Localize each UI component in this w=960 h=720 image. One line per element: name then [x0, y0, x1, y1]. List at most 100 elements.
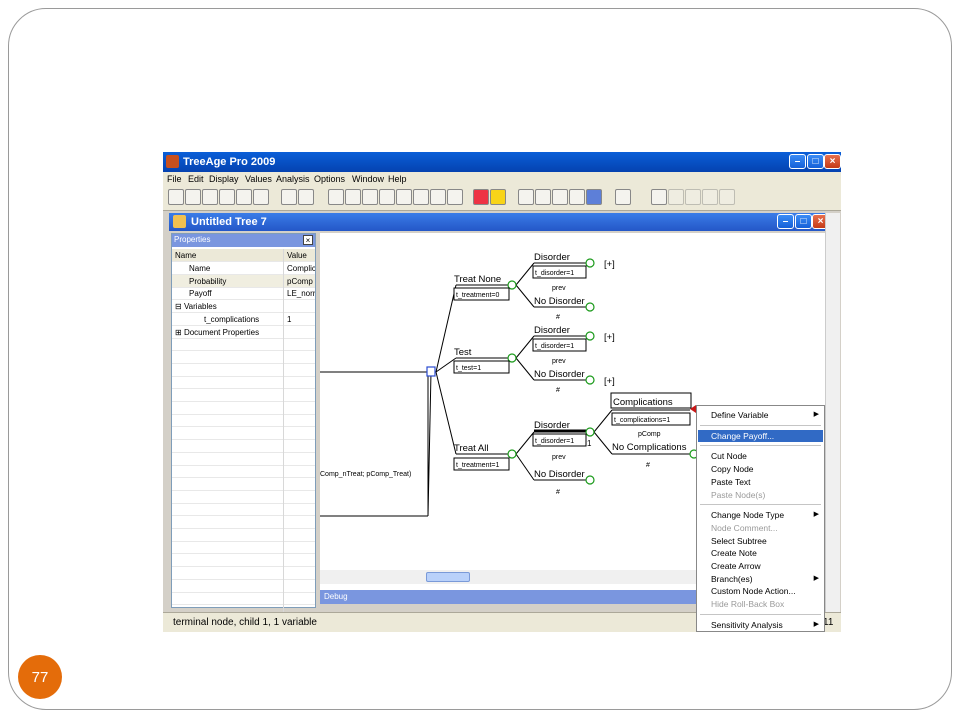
- def-treat-none: t_treatment=0: [456, 292, 499, 299]
- preview-icon[interactable]: [236, 189, 252, 205]
- decision-node-icon[interactable]: [426, 366, 436, 377]
- plus-2: [+]: [604, 332, 615, 343]
- box4-icon[interactable]: [719, 189, 735, 205]
- property-name: Payoff: [189, 289, 212, 299]
- prob-prev-2: prev: [552, 358, 566, 365]
- tree-doc-icon: [173, 215, 186, 228]
- menu-separator: [700, 504, 821, 506]
- select-icon[interactable]: [651, 189, 667, 205]
- context-item-label: Change Payoff...: [711, 430, 775, 441]
- menu-analysis[interactable]: Analysis: [276, 174, 310, 184]
- property-row-empty: [172, 363, 315, 377]
- context-item-label: Define Variable: [711, 410, 769, 420]
- property-row[interactable]: ⊟ Variables: [172, 300, 315, 314]
- menu-display[interactable]: Display: [209, 174, 239, 184]
- property-row-empty: [172, 516, 315, 529]
- menu-help[interactable]: Help: [388, 174, 407, 184]
- label-no-disorder-1: No Disorder: [534, 296, 585, 307]
- properties-close-icon[interactable]: ×: [303, 235, 313, 245]
- app-title: TreeAge Pro 2009: [183, 156, 276, 168]
- label-no-disorder-2: No Disorder: [534, 369, 585, 380]
- doc-maximize-icon[interactable]: □: [795, 214, 812, 229]
- vertical-scrollbar[interactable]: [825, 213, 840, 613]
- shape-icon[interactable]: [569, 189, 585, 205]
- export-icon[interactable]: [253, 189, 269, 205]
- color-icon[interactable]: [586, 189, 602, 205]
- submenu-arrow-icon: ▶: [813, 574, 819, 582]
- property-row-empty: [172, 350, 315, 364]
- node-calc-icon[interactable]: [328, 189, 344, 205]
- context-item-change-node-type[interactable]: Change Node Type ▶: [698, 509, 823, 521]
- print-icon[interactable]: [219, 189, 235, 205]
- context-item-define-variable[interactable]: Define Variable ▶: [698, 409, 823, 421]
- col-name: Name: [175, 251, 197, 260]
- def-treat-all: t_treatment=1: [456, 462, 499, 469]
- context-item-branch-es[interactable]: Branch(es) ▶: [698, 573, 823, 585]
- value-icon[interactable]: [362, 189, 378, 205]
- label-test: Test: [454, 347, 472, 358]
- functions-icon[interactable]: [298, 189, 314, 205]
- context-item-create-note[interactable]: Create Note: [698, 547, 823, 559]
- context-item-sensitivity-analysis[interactable]: Sensitivity Analysis ▶: [698, 619, 823, 631]
- document-title: Untitled Tree 7: [191, 216, 267, 228]
- label-treat-none: Treat None: [454, 274, 501, 285]
- dots-icon[interactable]: [396, 189, 412, 205]
- chart2-icon[interactable]: [535, 189, 551, 205]
- alert-icon[interactable]: [473, 189, 489, 205]
- app-titlebar: TreeAge Pro 2009 – □ ×: [163, 152, 841, 172]
- save-icon[interactable]: [202, 189, 218, 205]
- context-item-label: Paste Node(s): [711, 489, 766, 500]
- menu-window[interactable]: Window: [352, 174, 384, 184]
- open-icon[interactable]: [185, 189, 201, 205]
- move-icon[interactable]: [615, 189, 631, 205]
- context-item-label: Node Comment...: [711, 522, 778, 533]
- box1-icon[interactable]: [668, 189, 684, 205]
- property-row[interactable]: Name Complic: [172, 262, 315, 275]
- context-item-paste-text[interactable]: Paste Text: [698, 476, 823, 488]
- scroll-thumb[interactable]: [426, 572, 470, 582]
- menu-options[interactable]: Options: [314, 174, 345, 184]
- property-row-empty: [172, 338, 315, 352]
- evaluate-icon[interactable]: [345, 189, 361, 205]
- property-row[interactable]: t_complications 1: [172, 312, 315, 326]
- prob-prev-1: prev: [552, 285, 566, 292]
- equal-icon[interactable]: [413, 189, 429, 205]
- context-item-change-payoff[interactable]: Change Payoff...: [698, 429, 823, 442]
- property-row[interactable]: Payoff LE_norr: [172, 287, 315, 301]
- markov-icon[interactable]: [379, 189, 395, 205]
- def-disorder-2: t_disorder=1: [535, 343, 574, 350]
- chart3-icon[interactable]: [552, 189, 568, 205]
- box2-icon[interactable]: [685, 189, 701, 205]
- menu-file[interactable]: File: [167, 174, 182, 184]
- minimize-icon[interactable]: –: [789, 154, 806, 169]
- label-disorder-2: Disorder: [534, 325, 570, 336]
- property-row[interactable]: Probability pComp: [172, 274, 315, 288]
- property-row-empty: [172, 579, 315, 593]
- context-item-custom-node-action[interactable]: Custom Node Action...: [698, 585, 823, 597]
- timer-icon[interactable]: [430, 189, 446, 205]
- menu-values[interactable]: Values: [245, 174, 272, 184]
- warning-icon[interactable]: [490, 189, 506, 205]
- label-no-disorder-3: No Disorder: [534, 469, 585, 480]
- close-icon[interactable]: ×: [824, 154, 841, 169]
- context-item-cut-node[interactable]: Cut Node: [698, 450, 823, 462]
- new-icon[interactable]: [168, 189, 184, 205]
- palette-icon[interactable]: [447, 189, 463, 205]
- property-row[interactable]: ⊞ Document Properties: [172, 325, 315, 339]
- context-item-label: Copy Node: [711, 464, 754, 475]
- property-value: pComp: [287, 276, 313, 286]
- property-name: t_complications: [204, 314, 260, 324]
- plus-3: [+]: [604, 376, 615, 387]
- label-treat-all: Treat All: [454, 443, 489, 454]
- maximize-icon[interactable]: □: [807, 154, 824, 169]
- doc-minimize-icon[interactable]: –: [777, 214, 794, 229]
- property-row-empty: [172, 490, 315, 504]
- menu-edit[interactable]: Edit: [188, 174, 204, 184]
- variables-icon[interactable]: [281, 189, 297, 205]
- box3-icon[interactable]: [702, 189, 718, 205]
- context-item-select-subtree[interactable]: Select Subtree: [698, 535, 823, 547]
- properties-column-header: Name Value: [172, 249, 315, 262]
- chart1-icon[interactable]: [518, 189, 534, 205]
- context-item-copy-node[interactable]: Copy Node: [698, 463, 823, 475]
- context-item-create-arrow[interactable]: Create Arrow: [698, 560, 823, 572]
